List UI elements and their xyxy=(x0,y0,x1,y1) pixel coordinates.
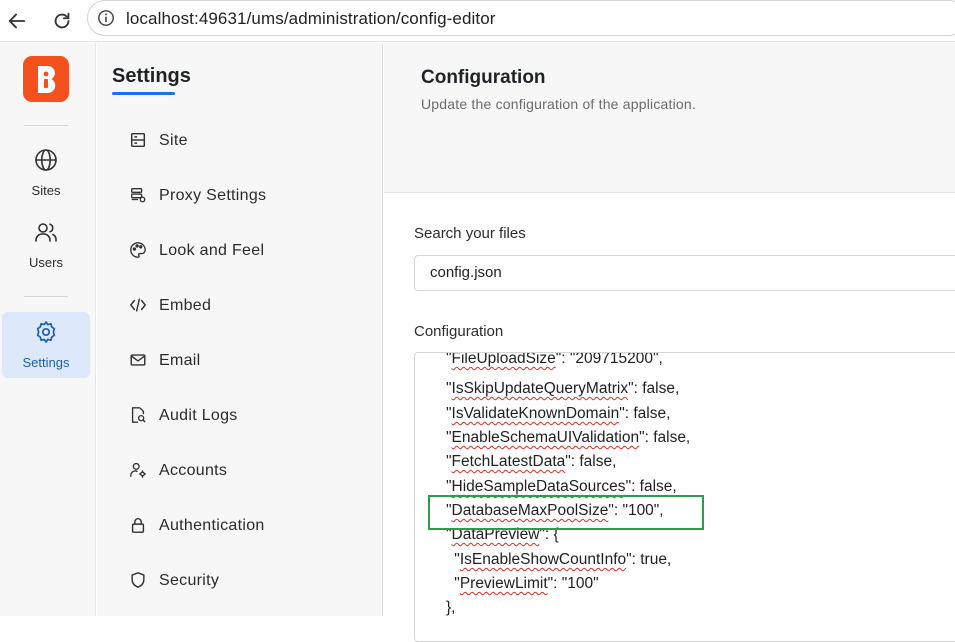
browser-toolbar: localhost:49631/ums/administration/confi… xyxy=(0,0,955,42)
gear-icon xyxy=(34,320,58,344)
menu-item-label: Email xyxy=(159,352,201,369)
user-settings-icon xyxy=(129,461,149,481)
menu-item-accounts[interactable]: Accounts xyxy=(127,455,367,487)
menu-title: Settings xyxy=(112,65,191,87)
code-line: "IsEnableShowCountInfo": true, xyxy=(450,551,672,568)
menu-title-underline xyxy=(112,92,175,95)
url-path: :49631/ums/administration/config-editor xyxy=(194,9,496,28)
page-subtitle: Update the configuration of the applicat… xyxy=(421,96,696,112)
highlight-box xyxy=(428,495,704,530)
address-bar[interactable]: localhost:49631/ums/administration/confi… xyxy=(87,0,955,36)
page-header: Configuration Update the configuration o… xyxy=(384,43,955,193)
globe-icon xyxy=(34,148,58,172)
code-line: "IsSkipUpdateQueryMatrix": false, xyxy=(446,380,680,397)
back-arrow-icon[interactable] xyxy=(3,7,31,35)
rail-item-label: Users xyxy=(29,255,63,270)
server-icon xyxy=(129,131,149,151)
menu-item-embed[interactable]: Embed xyxy=(127,290,367,322)
rail-item-label: Settings xyxy=(22,355,70,370)
menu-item-site[interactable]: Site xyxy=(127,125,367,157)
page-title: Configuration xyxy=(421,67,546,88)
menu-item-label: Proxy Settings xyxy=(159,187,267,204)
app-rail: Sites Users Settings xyxy=(0,43,96,616)
app-logo[interactable] xyxy=(23,56,69,102)
file-search-input[interactable]: config.json xyxy=(414,255,955,291)
mail-icon xyxy=(129,351,149,371)
palette-icon xyxy=(129,241,149,261)
code-icon xyxy=(129,296,149,316)
code-line: "PreviewLimit": "100" xyxy=(450,575,599,592)
menu-item-authentication[interactable]: Authentication xyxy=(127,510,367,542)
code-line: "EnableSchemaUIValidation": false, xyxy=(446,429,691,446)
code-line: "FileUploadSize": "209715200", xyxy=(446,352,663,367)
code-line: }, xyxy=(446,599,456,616)
code-line: "FetchLatestData": false, xyxy=(446,453,617,470)
rail-item-settings[interactable]: Settings xyxy=(2,312,90,378)
document-search-icon xyxy=(129,406,149,426)
menu-item-label: Embed xyxy=(159,297,212,314)
shield-icon xyxy=(129,571,149,591)
file-search-value: config.json xyxy=(430,264,502,281)
users-icon xyxy=(34,220,58,244)
menu-item-email[interactable]: Email xyxy=(127,345,367,377)
menu-item-label: Audit Logs xyxy=(159,407,238,424)
settings-menu: Settings Site Proxy Settings Look and Fe… xyxy=(97,43,383,616)
code-line: "HideSampleDataSources": false, xyxy=(446,478,677,495)
proxy-server-icon xyxy=(129,186,149,206)
menu-item-security[interactable]: Security xyxy=(127,565,367,597)
menu-item-label: Site xyxy=(159,132,188,149)
lock-icon xyxy=(129,516,149,536)
rail-item-sites[interactable]: Sites xyxy=(2,140,90,206)
menu-item-label: Authentication xyxy=(159,517,265,534)
main-content: Configuration Update the configuration o… xyxy=(384,43,955,642)
menu-item-label: Look and Feel xyxy=(159,242,265,259)
code-line: "IsValidateKnownDomain": false, xyxy=(446,405,671,422)
reload-icon[interactable] xyxy=(48,7,76,35)
menu-item-proxy-settings[interactable]: Proxy Settings xyxy=(127,180,367,212)
search-label: Search your files xyxy=(414,225,526,242)
menu-item-label: Accounts xyxy=(159,462,228,479)
info-icon[interactable] xyxy=(97,9,115,27)
rail-divider xyxy=(24,296,68,297)
menu-item-label: Security xyxy=(159,572,220,589)
configuration-label: Configuration xyxy=(414,323,504,340)
rail-item-users[interactable]: Users xyxy=(2,212,90,278)
menu-item-audit-logs[interactable]: Audit Logs xyxy=(127,400,367,432)
url-host: localhost xyxy=(126,9,194,28)
menu-item-look-and-feel[interactable]: Look and Feel xyxy=(127,235,367,267)
url-text: localhost:49631/ums/administration/confi… xyxy=(126,9,496,29)
rail-divider xyxy=(24,125,68,126)
rail-item-label: Sites xyxy=(31,183,61,198)
